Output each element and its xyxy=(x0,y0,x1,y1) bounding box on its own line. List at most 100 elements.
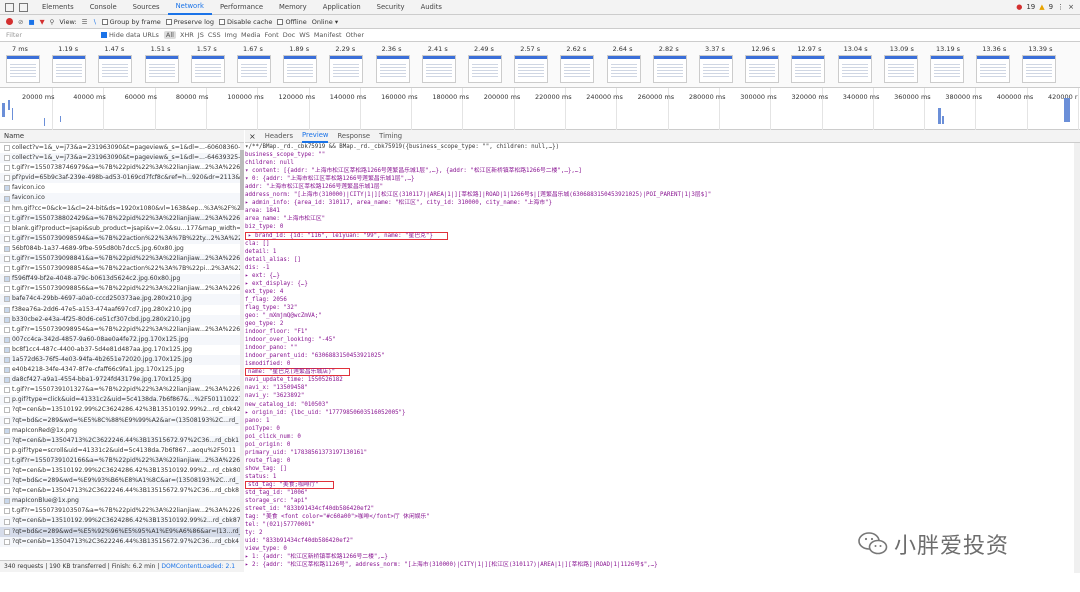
preview-line[interactable]: dis: -1 xyxy=(245,264,1080,272)
frame-screenshot[interactable] xyxy=(652,55,687,83)
request-row[interactable]: t.gif?r=1550739098854&a=%7B%22action%22%… xyxy=(0,264,243,274)
preview-line[interactable]: ▾ content: [{addr: "上海市松江区莘松路1266号莲繁昌乐城1… xyxy=(245,167,1080,175)
preview-line[interactable]: geo_type: 2 xyxy=(245,320,1080,328)
preview-line[interactable]: area: 1841 xyxy=(245,207,1080,215)
offline-checkbox[interactable]: Offline xyxy=(277,18,307,26)
preview-line[interactable]: show_tag: [] xyxy=(245,465,1080,473)
close-detail-icon[interactable]: × xyxy=(249,132,256,141)
request-row[interactable]: ?qt=bd&c=289&wd=%E5%92%96%E5%95%A1%E9%A6… xyxy=(0,526,243,537)
request-row[interactable]: ?qt=bd&c=289&wd=%E9%93%B6%E8%A1%8C&ar=(1… xyxy=(0,476,243,487)
filter-input[interactable]: Filter xyxy=(6,31,96,39)
request-row[interactable]: t.gif?r=1550739098841&a=%7B%22pid%22%3A%… xyxy=(0,254,243,265)
preview-line[interactable]: poiType: 0 xyxy=(245,425,1080,433)
filter-type-doc[interactable]: Doc xyxy=(283,31,296,39)
request-row[interactable]: p.gif?type=click&uid=41331c2&uid=5c4138d… xyxy=(0,395,243,406)
preview-scrollbar[interactable] xyxy=(1074,143,1080,573)
preview-line[interactable]: flag_type: "32" xyxy=(245,304,1080,312)
name-column-header[interactable]: Name xyxy=(0,130,244,143)
request-row[interactable]: mapIconBlue@1x.png xyxy=(0,496,243,507)
preview-line[interactable]: primary_uid: "17838561373197130161" xyxy=(245,449,1080,457)
preview-line[interactable]: name: "星巴克(莲繁昌乐城店)" xyxy=(245,368,1080,377)
preview-line[interactable]: indoor_pano: "" xyxy=(245,344,1080,352)
request-row[interactable]: ?qt=cen&b=13510192.99%2C3624286.42%3B135… xyxy=(0,516,243,527)
request-row[interactable]: ?qt=cen&b=13510192.99%2C3624286.42%3B135… xyxy=(0,466,243,476)
frame-screenshot[interactable] xyxy=(514,55,549,83)
frame-screenshot[interactable] xyxy=(606,55,641,83)
more-menu-icon[interactable]: ⋮ xyxy=(1057,3,1064,11)
preview-line[interactable]: ▸ ext_display: {…} xyxy=(245,280,1080,288)
filter-type-other[interactable]: Other xyxy=(346,31,364,39)
frame-screenshot[interactable] xyxy=(883,55,918,83)
preview-line[interactable]: navi_y: "3623892" xyxy=(245,392,1080,400)
tab-application[interactable]: Application xyxy=(315,0,369,15)
preview-line[interactable]: ▾/**/BMap._rd._cbk75919 && BMap._rd._cbk… xyxy=(245,143,1080,151)
request-row[interactable]: collect?v=1&_v=j73&a=231963090&t=pagevie… xyxy=(0,153,243,164)
request-row[interactable]: ?qt=bd&c=289&wd=%E5%8C%88%E9%99%A2&ar=(1… xyxy=(0,415,243,426)
network-overview[interactable]: 20000 ms 40000 ms 60000 ms 80000 ms 100000 m… xyxy=(0,88,1080,130)
preview-line[interactable]: route_flag: 0 xyxy=(245,457,1080,465)
frame-screenshot[interactable] xyxy=(190,55,225,83)
frame-screenshot[interactable] xyxy=(468,55,502,83)
request-row[interactable]: t.gif?r=1550739098594&a=%7B%22action%22%… xyxy=(0,233,243,244)
record-icon[interactable] xyxy=(6,18,13,25)
frame-screenshot[interactable] xyxy=(144,55,179,83)
preview-line[interactable]: biz_type: 0 xyxy=(245,223,1080,231)
request-row[interactable]: blank.gif?product=jsapi&sub_product=jsap… xyxy=(0,224,243,234)
preview-line[interactable]: area_name: "上海市松江区" xyxy=(245,215,1080,223)
preview-line[interactable]: addr: "上海市松江区莘松路1266号莲繁昌乐城1层" xyxy=(245,183,1080,191)
large-rows-icon[interactable]: ☰ xyxy=(82,18,88,26)
preview-line[interactable]: ▸ 2: {addr: "松江区莘松路1126号", address_norm:… xyxy=(245,561,1080,569)
filter-type-css[interactable]: CSS xyxy=(208,31,221,39)
frame-screenshot[interactable] xyxy=(237,55,271,83)
tab-console[interactable]: Console xyxy=(82,0,125,15)
request-row[interactable]: p.gif?type=scroll&uid=41331c2&uid=5c4138… xyxy=(0,446,243,456)
request-row[interactable]: e40b4218-34fe-4347-8f7e-cfaff66c9fa1.jpg… xyxy=(0,365,243,375)
filter-type-all[interactable]: All xyxy=(163,31,176,39)
preview-line[interactable]: ismodified: 0 xyxy=(245,360,1080,368)
disable-cache-checkbox[interactable]: Disable cache xyxy=(219,18,272,26)
preview-line[interactable]: std_tag_id: "1006" xyxy=(245,489,1080,497)
preview-line[interactable]: poi_origin: 0 xyxy=(245,441,1080,449)
screenshot-icon[interactable]: ■ xyxy=(28,18,34,26)
request-row[interactable]: ?qt=cen&b=13504713%2C3622246.44%3B135156… xyxy=(0,435,243,446)
issue-counters[interactable]: ● 19 ▲ 9 ⋮ × xyxy=(1016,3,1074,11)
request-row[interactable]: 1a572d63-76f5-4e03-94fa-4b2651e72020.jpg… xyxy=(0,354,243,366)
preview-line[interactable]: detail: 1 xyxy=(245,248,1080,256)
request-row[interactable]: bc8f1cc4-487c-4400-ab37-5d4e81d487aa.jpg… xyxy=(0,345,243,355)
preview-line[interactable]: ▸ ext: {…} xyxy=(245,272,1080,280)
request-row[interactable]: collect?v=1&_v=j73&a=231963090&t=pagevie… xyxy=(0,143,243,153)
request-row[interactable]: ?qt=cen&b=13510192.99%2C3624286.42%3B135… xyxy=(0,405,243,415)
preview-line[interactable]: geo: "_mXmjmQ@wcZmVA;" xyxy=(245,312,1080,320)
frame-screenshot[interactable] xyxy=(52,55,87,83)
frame-screenshot[interactable] xyxy=(930,55,964,83)
request-row[interactable]: f38ea76a-2dd6-47e5-a153-474aaf697cd7.jpg… xyxy=(0,305,243,315)
preview-line[interactable]: navi_x: "13509458" xyxy=(245,384,1080,392)
frame-screenshot[interactable] xyxy=(1022,55,1057,83)
preview-line[interactable]: poi_click_num: 0 xyxy=(245,433,1080,441)
preview-line[interactable]: tag: "美食 <font color="#c60a00">咖啡</font>… xyxy=(245,513,1080,521)
filter-type-font[interactable]: Font xyxy=(265,31,279,39)
preview-line[interactable]: indoor_floor: "F1" xyxy=(245,328,1080,336)
request-list-scroll-thumb[interactable] xyxy=(240,150,244,210)
search-icon[interactable]: ⚲ xyxy=(50,18,55,26)
request-row[interactable]: favicon.ico xyxy=(0,193,243,204)
request-row[interactable]: da8cf427-a9a1-4554-bba1-9724fd43179e.jpg… xyxy=(0,375,243,386)
request-row[interactable]: b330cbe2-e43a-4f25-80d6-ce51cf307cbd.jpg… xyxy=(0,314,243,325)
frame-screenshot[interactable] xyxy=(976,55,1011,83)
filter-type-media[interactable]: Media xyxy=(241,31,261,39)
preview-line[interactable]: pano: 1 xyxy=(245,417,1080,425)
request-row[interactable]: t.gif?r=1550738802429&a=%7B%22pid%22%3A%… xyxy=(0,213,243,224)
request-row[interactable]: 56bf084b-1a37-4689-9fbe-595d80b7dcc5.jpg… xyxy=(0,244,243,254)
preview-line[interactable]: ▾ 0: {addr: "上海市松江区莘松路1266号莲繁昌乐城1层",…} xyxy=(245,175,1080,183)
preview-line[interactable]: address_norm: "[上海市(310000)|CITY|1|][松江区… xyxy=(245,191,1080,199)
request-row[interactable]: ?qt=cen&b=13504713%2C3622246.44%3B135156… xyxy=(0,536,243,547)
preview-line[interactable]: indoor_over_looking: "-45" xyxy=(245,336,1080,344)
clear-icon[interactable]: ⊘ xyxy=(18,18,23,26)
tab-sources[interactable]: Sources xyxy=(125,0,168,15)
request-row[interactable]: t.gif?r=1550739098856&a=%7B%22pid%22%3A%… xyxy=(0,284,243,294)
detail-tab-response[interactable]: Response xyxy=(337,130,370,143)
frame-screenshot[interactable] xyxy=(6,55,40,83)
preview-line[interactable]: street_id: "833b91434cf40db586420ef2" xyxy=(245,505,1080,513)
preview-line[interactable]: ext_type: 4 xyxy=(245,288,1080,296)
preview-line[interactable]: ▸ origin_id: {lbc_uid: "1777985060351605… xyxy=(245,409,1080,417)
